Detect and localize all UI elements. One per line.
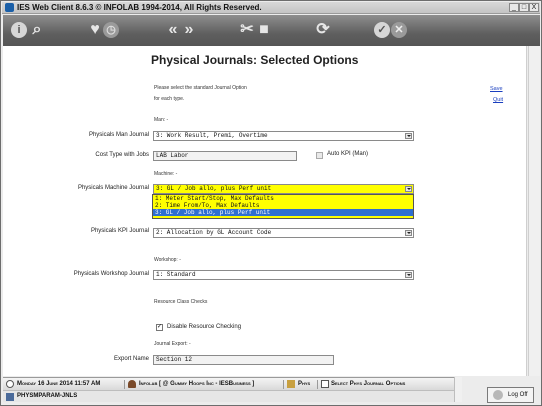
previous-icon[interactable]: « — [165, 20, 181, 40]
stop-icon[interactable]: ■ — [257, 20, 271, 40]
instruction-text: for each type. — [154, 96, 185, 102]
toolbar: i ⌕ ♥ ◷ « » ✂ ■ ⟳ ✓ ✕ — [3, 15, 540, 46]
module-icon — [287, 380, 295, 388]
status-scrollbar[interactable] — [454, 377, 462, 402]
disable-resource-checkbox[interactable]: ✓ — [156, 324, 163, 331]
app-window: IES Web Client 8.6.3 © INFOLAB 1994-2014… — [0, 0, 542, 406]
close-button[interactable]: X — [529, 3, 539, 12]
journal-export-section-label: Journal Export: - — [154, 341, 191, 347]
ok-icon[interactable]: ✓ — [374, 22, 390, 38]
kpi-journal-value: 2: Allocation by GL Account Code — [156, 229, 272, 236]
export-name-label: Export Name — [113, 356, 149, 362]
export-name-field[interactable]: Section 12 — [153, 355, 334, 365]
status-divider — [317, 380, 318, 389]
workshop-journal-select[interactable]: 1: Standard — [153, 270, 414, 280]
status-date: Monday 16 June 2014 11:57 AM — [17, 381, 101, 387]
machine-journal-value: 3: GL / Job allo, plus Perf unit — [156, 185, 272, 192]
cost-type-label: Cost Type with Jobs — [95, 152, 149, 158]
workshop-section-label: Workshop: - — [154, 257, 181, 263]
quit-link[interactable]: Quit — [493, 97, 503, 103]
chevron-down-icon[interactable] — [405, 186, 412, 192]
history-icon[interactable]: ◷ — [103, 22, 119, 38]
disable-resource-label: Disable Resource Checking — [167, 324, 242, 330]
document-icon — [321, 380, 329, 388]
info-icon[interactable]: i — [11, 22, 27, 38]
next-icon[interactable]: » — [181, 20, 197, 40]
status-company: Infolab [ @ Gummy Hoops Inc - IESBusines… — [139, 381, 255, 387]
logoff-button[interactable]: Log Off — [487, 387, 534, 403]
chevron-down-icon[interactable] — [405, 133, 412, 139]
window-title: IES Web Client 8.6.3 © INFOLAB 1994-2014… — [17, 3, 262, 12]
kpi-journal-label: Physicals KPI Journal — [90, 228, 149, 234]
power-icon — [493, 390, 503, 400]
kpi-journal-select[interactable]: 2: Allocation by GL Account Code — [153, 228, 414, 238]
resource-class-section-label: Resource Class Checks — [154, 299, 208, 305]
minimize-button[interactable]: _ — [509, 3, 519, 12]
machine-section-label: Machine: - — [154, 171, 178, 177]
status-divider — [124, 380, 125, 389]
save-link[interactable]: Save — [490, 86, 503, 92]
title-bar: IES Web Client 8.6.3 © INFOLAB 1994-2014… — [2, 2, 540, 14]
machine-option-3[interactable]: 3: GL / Job allo, plus Perf unit — [153, 209, 413, 216]
workshop-journal-value: 1: Standard — [156, 271, 196, 278]
cost-type-field[interactable]: LAB Labor — [153, 151, 297, 161]
status-bar: Monday 16 June 2014 11:57 AM Infolab [ @… — [3, 377, 454, 390]
refresh-icon[interactable]: ⟳ — [315, 20, 331, 40]
favorite-icon[interactable]: ♥ — [87, 20, 103, 40]
man-section-label: Man: - — [154, 117, 169, 123]
program-bar: PHYSMPARAM-JNLS — [3, 390, 454, 402]
vertical-scrollbar[interactable] — [528, 46, 540, 376]
clock-icon — [6, 380, 14, 388]
machine-journal-select[interactable]: 3: GL / Job allo, plus Perf unit — [153, 184, 414, 194]
status-module: Phys — [298, 381, 311, 387]
status-divider — [283, 380, 284, 389]
page-title: Physical Journals: Selected Options — [151, 53, 359, 67]
maximize-button[interactable]: □ — [519, 3, 529, 12]
chevron-down-icon[interactable] — [405, 272, 412, 278]
auto-kpi-checkbox[interactable] — [316, 152, 323, 159]
search-icon[interactable]: ⌕ — [29, 20, 45, 40]
tools-icon[interactable]: ✂ — [239, 20, 255, 40]
machine-journal-options: 1: Meter Start/Stop, Max Defaults 2: Tim… — [152, 194, 414, 219]
man-journal-value: 3: Work Result, Premi, Overtime — [156, 132, 268, 139]
app-icon — [5, 3, 14, 12]
program-name: PHYSMPARAM-JNLS — [17, 393, 78, 399]
chevron-down-icon[interactable] — [405, 230, 412, 236]
program-icon — [6, 393, 14, 401]
machine-journal-label: Physicals Machine Journal — [77, 185, 149, 191]
auto-kpi-label: Auto KPI (Man) — [327, 151, 369, 157]
machine-option-2[interactable]: 2: Time From/To, Max Defaults — [153, 202, 413, 209]
man-journal-select[interactable]: 3: Work Result, Premi, Overtime — [153, 131, 414, 141]
user-icon — [128, 380, 136, 388]
logoff-label: Log Off — [508, 392, 528, 398]
workshop-journal-label: Physicals Workshop Journal — [73, 271, 149, 277]
man-journal-label: Physicals Man Journal — [88, 132, 149, 138]
instruction-text: Please select the standard Journal Optio… — [154, 85, 247, 91]
cancel-icon[interactable]: ✕ — [391, 22, 407, 38]
machine-option-1[interactable]: 1: Meter Start/Stop, Max Defaults — [153, 195, 413, 202]
status-screen: Select Phys Journal Options — [331, 381, 406, 387]
